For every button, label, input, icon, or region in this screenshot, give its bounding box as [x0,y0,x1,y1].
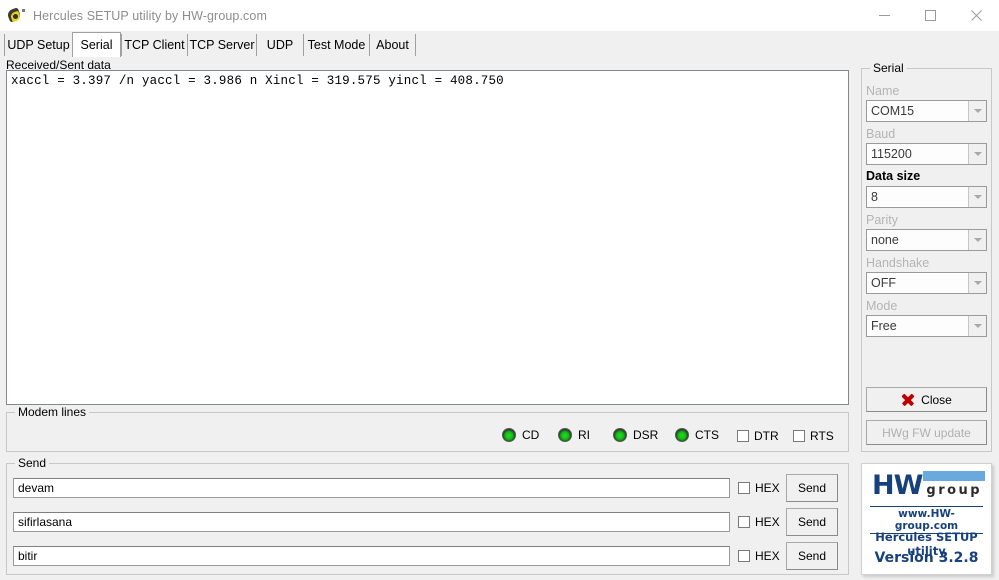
title-bar: Hercules SETUP utility by HW-group.com [0,0,999,31]
terminal-line: xaccl = 3.397 /n yaccl = 3.986 n Xincl =… [11,74,504,88]
send-hex-label-3: HEX [755,549,780,563]
send-hex-checkbox-3[interactable]: HEX [738,548,780,564]
serial-mode-combobox[interactable]: Free [866,315,987,337]
serial-mode-label: Mode [866,299,898,313]
chevron-down-icon[interactable] [968,187,986,207]
serial-name-value: COM15 [871,104,915,118]
hercules-app-icon [6,6,25,25]
hw-logo-text: HW [872,470,923,501]
led-ri: RI [558,427,590,443]
led-cts-label: CTS [695,428,719,442]
tab-strip: UDP Setup Serial TCP Client TCP Server U… [0,31,999,57]
send-hex-checkbox-2[interactable]: HEX [738,514,780,530]
led-indicator-icon [675,428,689,442]
send-button-1[interactable]: Send [786,474,838,502]
send-button-3[interactable]: Send [786,542,838,570]
checkbox-rts-label: RTS [810,429,834,443]
close-serial-button[interactable]: Close [866,387,987,412]
chevron-down-icon[interactable] [968,101,986,121]
chevron-down-icon[interactable] [968,273,986,293]
checkbox-rts[interactable]: RTS [793,428,834,444]
tab-udp[interactable]: UDP [256,34,303,56]
checkbox-dtr-box[interactable] [737,430,749,442]
hwg-fw-update-button[interactable]: HWg FW update [866,420,987,445]
send-hex-checkbox-1-box[interactable] [738,482,750,494]
logo-blue-bar [923,471,986,481]
chevron-down-icon[interactable] [968,230,986,250]
tab-about[interactable]: About [369,34,415,56]
close-icon [970,10,982,21]
tab-tcp-client[interactable]: TCP Client [121,34,187,56]
received-sent-data-output[interactable]: xaccl = 3.397 /n yaccl = 3.986 n Xincl =… [6,70,849,405]
checkbox-dtr-label: DTR [754,429,779,443]
maximize-icon [924,10,936,21]
chevron-down-icon[interactable] [968,316,986,336]
led-indicator-icon [558,428,572,442]
led-cd-label: CD [522,428,540,442]
led-dsr: DSR [613,427,658,443]
led-indicator-icon [613,428,627,442]
minimize-icon [878,15,890,16]
send-legend: Send [15,456,50,470]
serial-parity-value: none [871,233,899,247]
serial-handshake-value: OFF [871,276,896,290]
group-logo-text: group [926,483,983,498]
hw-group-logo-panel: HW group www.HW-group.com Hercules SETUP… [861,463,992,575]
send-hex-label-2: HEX [755,515,780,529]
led-indicator-icon [502,428,516,442]
red-x-icon [901,393,915,406]
hercules-setup-utility-window: Hercules SETUP utility by HW-group.com U… [0,0,999,580]
tab-strip-end-divider [415,34,416,56]
serial-baud-value: 115200 [871,147,912,161]
serial-name-combobox[interactable]: COM15 [866,100,987,122]
send-input-3[interactable]: bitir [13,546,730,566]
modem-lines-legend: Modem lines [15,405,90,419]
serial-data-size-combobox[interactable]: 8 [866,186,987,208]
maximize-button[interactable] [907,0,953,31]
send-hex-label-1: HEX [755,481,780,495]
serial-data-size-label: Data size [866,169,921,183]
serial-data-size-value: 8 [871,190,878,204]
send-hex-checkbox-2-box[interactable] [738,516,750,528]
led-ri-label: RI [578,428,590,442]
serial-settings-legend: Serial [870,61,907,75]
serial-baud-label: Baud [866,127,896,141]
tab-tcp-server[interactable]: TCP Server [187,34,256,56]
checkbox-dtr[interactable]: DTR [737,428,779,444]
serial-parity-label: Parity [866,213,898,227]
window-controls [861,0,999,31]
serial-handshake-combobox[interactable]: OFF [866,272,987,294]
close-serial-button-label: Close [921,392,952,407]
window-title: Hercules SETUP utility by HW-group.com [33,8,267,23]
serial-handshake-label: Handshake [866,256,930,270]
tab-udp-setup[interactable]: UDP Setup [4,34,72,56]
send-input-1[interactable]: devam [13,478,730,498]
led-cts: CTS [675,427,719,443]
chevron-down-icon[interactable] [968,144,986,164]
send-button-2[interactable]: Send [786,508,838,536]
tab-test-mode[interactable]: Test Mode [303,34,369,56]
send-input-2[interactable]: sifirlasana [13,512,730,532]
serial-mode-value: Free [871,319,897,333]
checkbox-rts-box[interactable] [793,430,805,442]
minimize-button[interactable] [861,0,907,31]
serial-baud-combobox[interactable]: 115200 [866,143,987,165]
hw-group-logo: HW group [872,470,986,501]
modem-lines-group: Modem lines [6,405,849,452]
product-version: Version 3.2.8 [874,550,979,566]
send-hex-checkbox-1[interactable]: HEX [738,480,780,496]
led-cd: CD [502,427,539,443]
send-hex-checkbox-3-box[interactable] [738,550,750,562]
led-dsr-label: DSR [633,428,659,442]
close-window-button[interactable] [953,0,999,31]
serial-parity-combobox[interactable]: none [866,229,987,251]
tab-serial[interactable]: Serial [72,32,121,57]
serial-name-label: Name [866,84,900,98]
